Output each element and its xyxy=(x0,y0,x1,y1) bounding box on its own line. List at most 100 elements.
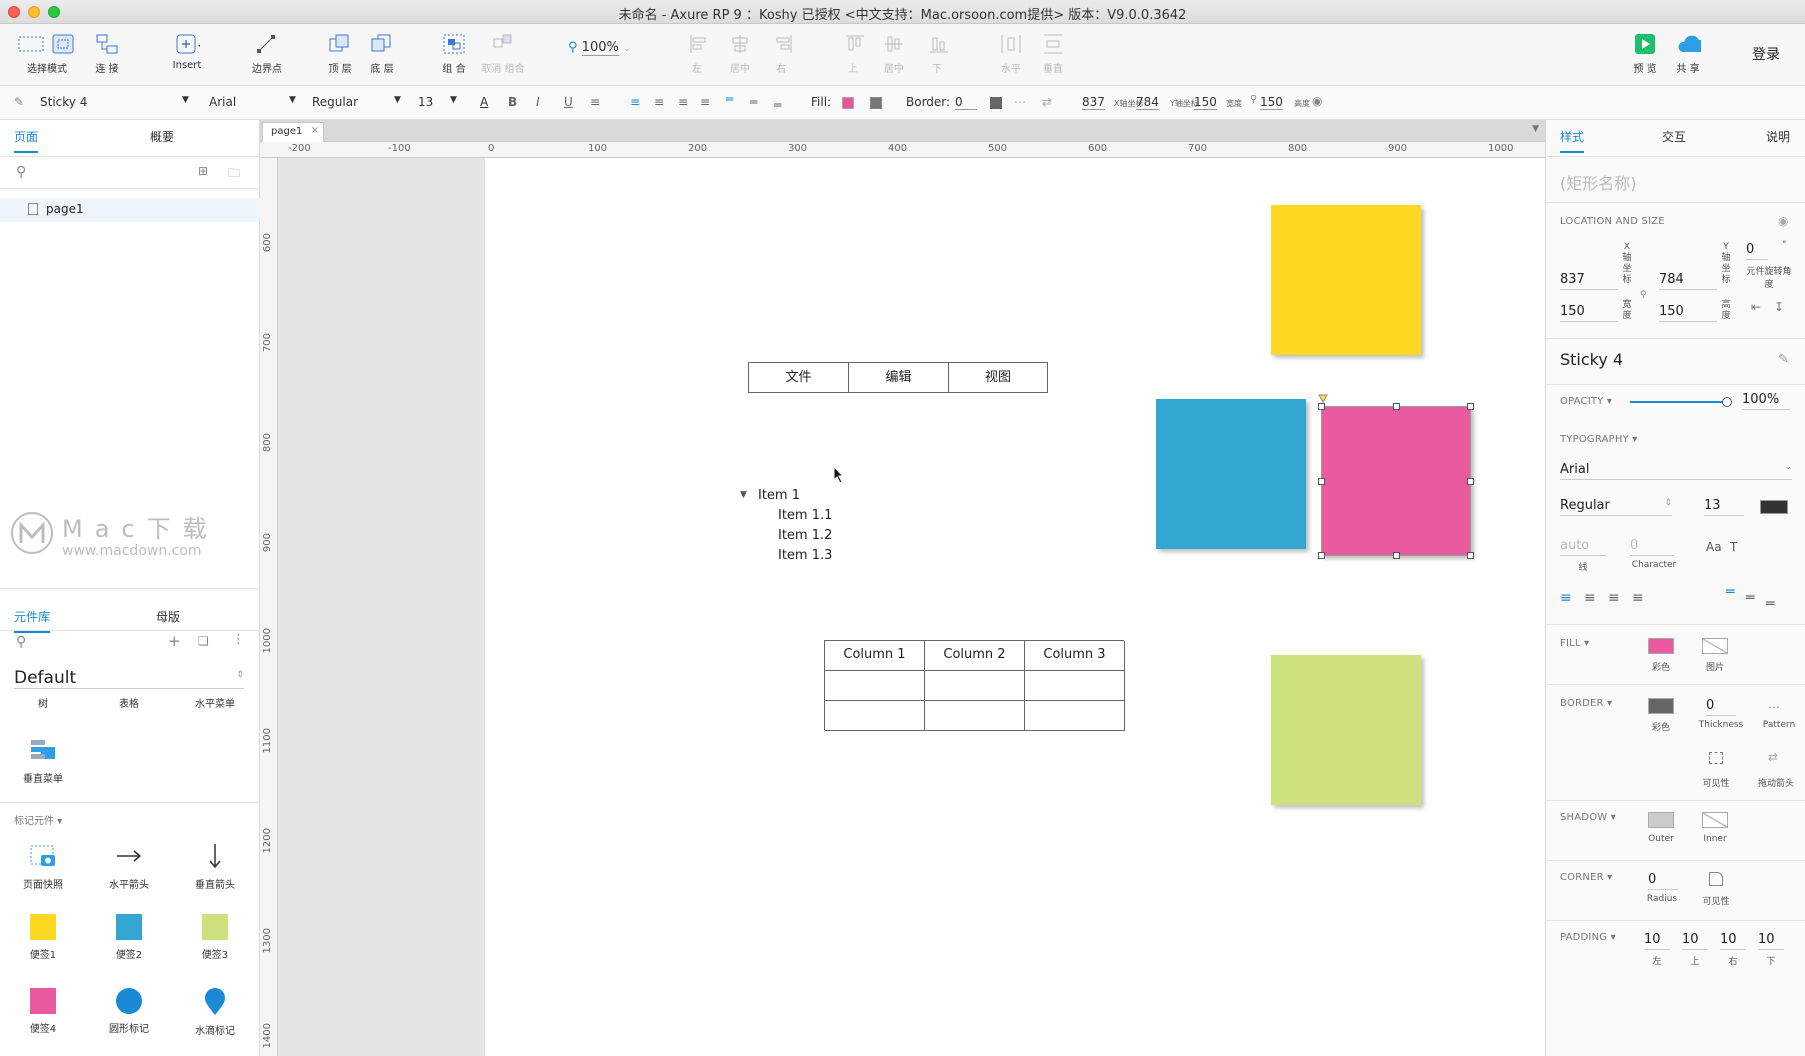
underline-icon[interactable]: U xyxy=(564,95,573,109)
x-input[interactable]: 837 xyxy=(1560,272,1618,290)
height-input[interactable]: 150 xyxy=(1260,95,1283,110)
align-justify-icon[interactable]: ≡ xyxy=(1632,590,1644,606)
width-input[interactable]: 150 xyxy=(1194,95,1217,110)
align-text-center-icon[interactable]: ≡ xyxy=(654,95,664,109)
opacity-input[interactable]: 100% xyxy=(1742,392,1790,410)
group-button[interactable]: 组 合 xyxy=(440,32,468,75)
rotation-input[interactable]: 0 xyxy=(1746,242,1768,260)
valign-bottom-icon[interactable]: ═ xyxy=(1766,596,1774,612)
markup-section-label[interactable]: 标记元件 ▾ xyxy=(14,812,62,827)
corner-label[interactable]: CORNER ▾ xyxy=(1560,872,1612,883)
resize-handle[interactable] xyxy=(1467,552,1474,559)
height-input[interactable]: 150 xyxy=(1659,304,1717,322)
align-bottom-button[interactable]: 下 xyxy=(926,32,948,75)
table-cell[interactable] xyxy=(825,671,925,701)
bring-top-button[interactable]: 顶 层 xyxy=(326,32,354,75)
text-transform-icon[interactable]: Aa xyxy=(1706,540,1722,554)
table-cell[interactable] xyxy=(925,671,1025,701)
lib-page-snapshot[interactable]: 页面快照 xyxy=(8,842,78,891)
weight-select[interactable]: Regular ▼ xyxy=(312,95,404,109)
text-shadow-icon[interactable]: T xyxy=(1730,540,1737,554)
menu-item-view[interactable]: 视图 xyxy=(949,363,1047,393)
valign-top-icon[interactable]: ═ xyxy=(1726,584,1734,600)
font-size-select[interactable]: 13 ▼ xyxy=(418,95,460,109)
fit-height-icon[interactable]: ↧ xyxy=(1774,300,1784,314)
style-edit-icon[interactable]: ✎ xyxy=(14,95,24,109)
library-search-icon[interactable]: ⚲ xyxy=(16,634,26,650)
canvas-tab-page1[interactable]: page1 × xyxy=(262,122,324,142)
bold-icon[interactable]: B xyxy=(508,95,517,109)
lib-sticky-4[interactable]: 便签4 xyxy=(8,988,78,1035)
border-pattern-icon[interactable]: ⋯ xyxy=(1014,95,1026,109)
shadow-label[interactable]: SHADOW ▾ xyxy=(1560,812,1616,823)
y-input[interactable]: 784 xyxy=(1659,272,1717,290)
char-spacing-input[interactable]: 0 xyxy=(1630,538,1674,556)
lib-circle-marker[interactable]: 圆形标记 xyxy=(94,988,164,1035)
align-right-button[interactable]: 右 xyxy=(770,32,792,75)
lib-h-arrow[interactable]: 水平箭头 xyxy=(94,842,164,891)
x-input[interactable]: 837 xyxy=(1082,95,1105,110)
inner-shadow-swatch[interactable] xyxy=(1702,812,1728,828)
eye-icon[interactable]: ◉ xyxy=(1312,94,1322,108)
padding-top-input[interactable]: 10 xyxy=(1682,932,1708,950)
border-width-input[interactable]: 0 xyxy=(955,95,977,110)
valign-bottom-icon[interactable]: ═ xyxy=(774,98,781,112)
insert-button[interactable]: Insert xyxy=(168,32,206,71)
padding-bottom-input[interactable]: 10 xyxy=(1758,932,1784,950)
fit-width-icon[interactable]: ⇤ xyxy=(1751,300,1761,314)
font-size-input[interactable]: 13 xyxy=(1704,498,1744,516)
menu-item-edit[interactable]: 编辑 xyxy=(849,363,949,393)
add-library-icon[interactable]: + xyxy=(168,632,181,650)
align-middle-button[interactable]: 居中 xyxy=(880,32,908,75)
table-cell[interactable] xyxy=(825,701,925,731)
lock-ratio-icon[interactable]: ⚲ xyxy=(1250,94,1257,105)
font-select[interactable]: Arial ▼ xyxy=(209,95,299,109)
line-spacing-input[interactable]: auto xyxy=(1560,538,1606,556)
border-label[interactable]: BORDER ▾ xyxy=(1560,698,1612,709)
lib-v-arrow[interactable]: 垂直箭头 xyxy=(180,842,250,891)
lib-sticky-1[interactable]: 便签1 xyxy=(8,914,78,961)
tree-item[interactable]: Item 1.1 xyxy=(778,508,832,523)
table-cell[interactable] xyxy=(1025,671,1125,701)
lib-vertical-menu[interactable]: 垂直菜单 xyxy=(8,736,78,785)
padding-label[interactable]: PADDING ▾ xyxy=(1560,932,1616,943)
resize-handle[interactable] xyxy=(1318,478,1325,485)
opacity-slider[interactable] xyxy=(1630,401,1726,403)
font-color-swatch[interactable] xyxy=(1760,500,1788,514)
bullet-list-icon[interactable]: ≡ xyxy=(590,95,600,109)
lib-table[interactable]: 表格 xyxy=(94,695,164,710)
valign-top-icon[interactable]: ═ xyxy=(726,92,733,106)
style-select[interactable]: Sticky 4 ▼ xyxy=(40,95,190,109)
login-link[interactable]: 登录 xyxy=(1752,44,1780,64)
tab-library[interactable]: 元件库 xyxy=(14,608,51,633)
lib-hmenu[interactable]: 水平菜单 xyxy=(180,695,250,710)
tab-interactions[interactable]: 交互 xyxy=(1662,128,1686,145)
align-right-icon[interactable]: ≡ xyxy=(1608,590,1620,606)
preview-button[interactable]: 预 览 xyxy=(1628,32,1662,75)
select-mode-button[interactable]: 选择模式 xyxy=(14,32,80,75)
library-copy-icon[interactable]: ❏ xyxy=(198,634,209,648)
search-icon[interactable]: ⚲ xyxy=(16,164,26,180)
points-button[interactable]: 边界点 xyxy=(250,32,284,75)
tab-overflow-icon[interactable]: ▼ xyxy=(1532,124,1539,134)
fill-color-swatch[interactable] xyxy=(1648,638,1674,654)
table-widget[interactable]: Column 1 Column 2 Column 3 xyxy=(824,640,1125,731)
connect-button[interactable]: 连 接 xyxy=(92,32,122,75)
y-input[interactable]: 784 xyxy=(1136,95,1159,110)
tab-style[interactable]: 样式 xyxy=(1560,128,1585,153)
valign-middle-icon[interactable]: ═ xyxy=(1746,590,1754,606)
thickness-input[interactable]: 0 xyxy=(1706,698,1736,716)
corner-visibility-icon[interactable] xyxy=(1709,872,1723,886)
border-color-swatch[interactable] xyxy=(1648,698,1674,714)
menu-item-file[interactable]: 文件 xyxy=(749,363,849,393)
canvas-page[interactable]: 文件 编辑 视图 ▼ Item 1 Item 1.1 Item 1.2 Item… xyxy=(485,158,1545,1056)
width-input[interactable]: 150 xyxy=(1560,304,1618,322)
sticky-note-blue[interactable] xyxy=(1156,399,1306,549)
typography-label[interactable]: TYPOGRAPHY ▾ xyxy=(1560,434,1638,445)
distribute-horizontal-button[interactable]: 水平 xyxy=(998,32,1024,75)
align-center-button[interactable]: 居中 xyxy=(726,32,754,75)
library-select[interactable]: Default ⇕ xyxy=(14,668,244,689)
arrow-style-icon[interactable]: ⇄ xyxy=(1768,750,1778,764)
tree-expand-icon[interactable]: ▼ xyxy=(740,490,747,500)
fill-label[interactable]: FILL ▾ xyxy=(1560,638,1589,649)
